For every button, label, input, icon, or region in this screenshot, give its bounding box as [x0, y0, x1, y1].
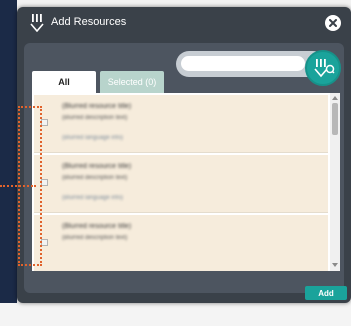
- resource-description: (Blurred description text): [62, 175, 128, 181]
- resource-description: (Blurred description text): [62, 235, 128, 241]
- highlight-callout-line: [0, 185, 36, 187]
- list-item[interactable]: (Blurred resource title) (Blurred descri…: [34, 155, 328, 213]
- resource-title: (Blurred resource title): [62, 163, 132, 170]
- resource-description: (Blurred description text): [62, 115, 128, 121]
- resource-checkbox[interactable]: [41, 239, 48, 246]
- add-button[interactable]: Add: [305, 286, 347, 300]
- resource-checkbox[interactable]: [41, 179, 48, 186]
- search-input[interactable]: [181, 56, 305, 71]
- dialog-header: Add Resources: [17, 7, 351, 39]
- resource-panel: All Selected (0) (Blurred resource title…: [24, 43, 344, 293]
- scroll-thumb[interactable]: [332, 103, 338, 135]
- pen-marks-icon: [30, 14, 44, 33]
- resource-meta: (Blurred language info): [62, 135, 124, 141]
- resource-title: (Blurred resource title): [62, 103, 132, 110]
- resource-list: (Blurred resource title) (Blurred descri…: [32, 93, 340, 271]
- scroll-up-arrow-icon[interactable]: [332, 96, 338, 100]
- resource-meta: (Blurred language info): [62, 195, 124, 201]
- list-item[interactable]: (Blurred resource title) (Blurred descri…: [34, 95, 328, 153]
- library-search-icon: [314, 59, 335, 78]
- list-scrollbar[interactable]: [330, 93, 340, 271]
- dialog-title: Add Resources: [51, 16, 127, 28]
- close-button[interactable]: [325, 15, 341, 31]
- list-item[interactable]: (Blurred resource title) (Blurred descri…: [34, 215, 328, 271]
- search-button[interactable]: [305, 50, 341, 86]
- tab-all[interactable]: All: [32, 71, 96, 93]
- page-backdrop-bottom: [0, 303, 351, 326]
- tab-selected[interactable]: Selected (0): [100, 71, 164, 93]
- add-resources-dialog: Add Resources All Selected (0) (Blurred …: [17, 7, 351, 303]
- search-bar: [176, 51, 326, 77]
- close-icon: [329, 19, 337, 27]
- resource-checkbox[interactable]: [41, 119, 48, 126]
- page-backdrop-left: [0, 0, 17, 326]
- resource-title: (Blurred resource title): [62, 223, 132, 230]
- scroll-down-arrow-icon[interactable]: [332, 263, 338, 267]
